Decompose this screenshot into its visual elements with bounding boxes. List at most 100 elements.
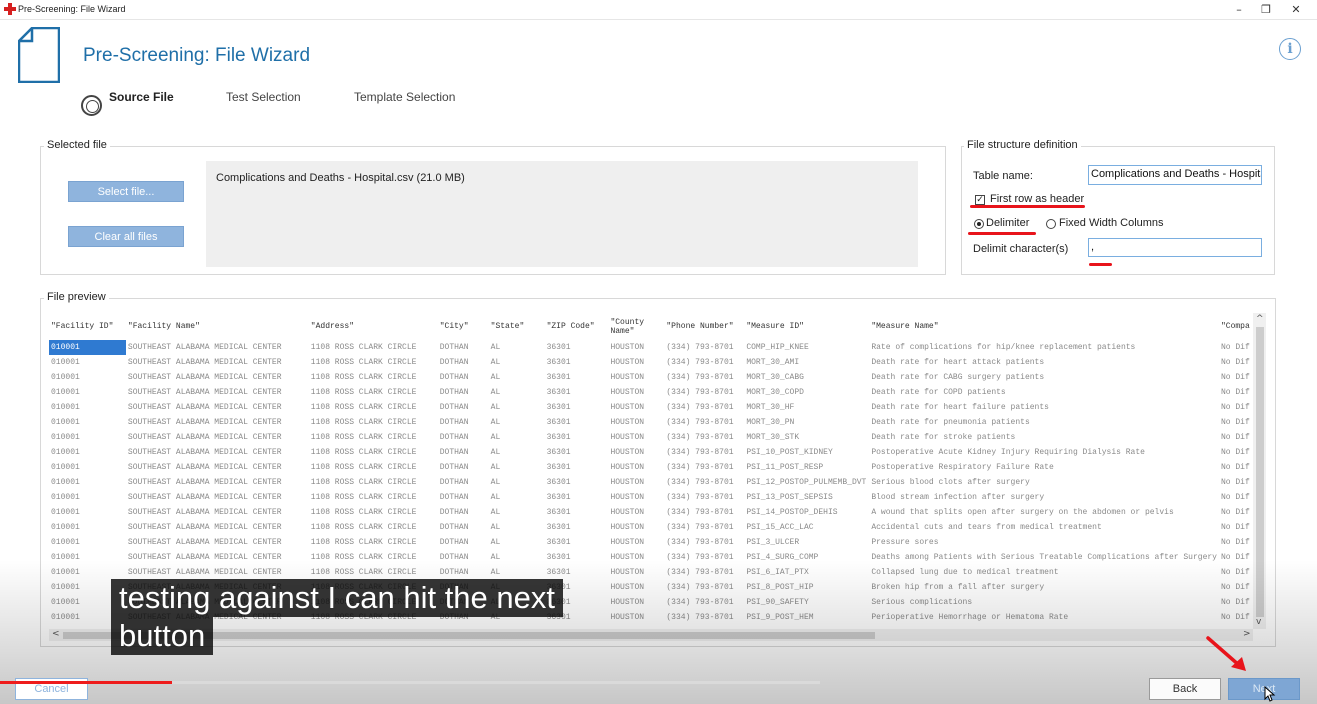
- table-cell[interactable]: HOUSTON: [608, 490, 664, 505]
- table-cell[interactable]: A wound that splits open after surgery o…: [869, 505, 1219, 520]
- scroll-left-icon[interactable]: <: [52, 629, 60, 639]
- table-row[interactable]: 010001SOUTHEAST ALABAMA MEDICAL CENTER11…: [49, 535, 1266, 550]
- table-cell[interactable]: 010001: [49, 340, 126, 355]
- table-cell[interactable]: HOUSTON: [608, 535, 664, 550]
- table-cell[interactable]: 36301: [545, 565, 609, 580]
- table-cell[interactable]: SOUTHEAST ALABAMA MEDICAL CENTER: [126, 355, 309, 370]
- table-cell[interactable]: MORT_30_PN: [744, 415, 869, 430]
- table-cell[interactable]: PSI_15_ACC_LAC: [744, 520, 869, 535]
- table-cell[interactable]: MORT_30_COPD: [744, 385, 869, 400]
- table-cell[interactable]: 1108 ROSS CLARK CIRCLE: [309, 430, 438, 445]
- table-cell[interactable]: MORT_30_HF: [744, 400, 869, 415]
- table-cell[interactable]: SOUTHEAST ALABAMA MEDICAL CENTER: [126, 520, 309, 535]
- table-cell[interactable]: 36301: [545, 490, 609, 505]
- table-cell[interactable]: SOUTHEAST ALABAMA MEDICAL CENTER: [126, 445, 309, 460]
- table-cell[interactable]: AL: [489, 400, 545, 415]
- table-cell[interactable]: 010001: [49, 520, 126, 535]
- table-cell[interactable]: 1108 ROSS CLARK CIRCLE: [309, 535, 438, 550]
- table-cell[interactable]: HOUSTON: [608, 385, 664, 400]
- table-row[interactable]: 010001SOUTHEAST ALABAMA MEDICAL CENTER11…: [49, 445, 1266, 460]
- table-cell[interactable]: HOUSTON: [608, 460, 664, 475]
- table-cell[interactable]: PSI_6_IAT_PTX: [744, 565, 869, 580]
- table-cell[interactable]: AL: [489, 475, 545, 490]
- table-cell[interactable]: 1108 ROSS CLARK CIRCLE: [309, 475, 438, 490]
- table-cell[interactable]: (334) 793-8701: [664, 490, 744, 505]
- column-header[interactable]: "Measure Name": [869, 313, 1219, 340]
- table-row[interactable]: 010001SOUTHEAST ALABAMA MEDICAL CENTER11…: [49, 490, 1266, 505]
- table-cell[interactable]: AL: [489, 550, 545, 565]
- table-cell[interactable]: HOUSTON: [608, 370, 664, 385]
- table-cell[interactable]: AL: [489, 565, 545, 580]
- table-cell[interactable]: 36301: [545, 355, 609, 370]
- table-cell[interactable]: HOUSTON: [608, 505, 664, 520]
- table-cell[interactable]: DOTHAN: [438, 445, 489, 460]
- delimiter-radio[interactable]: [974, 219, 984, 229]
- table-cell[interactable]: (334) 793-8701: [664, 445, 744, 460]
- table-cell[interactable]: MORT_30_AMI: [744, 355, 869, 370]
- table-cell[interactable]: 010001: [49, 415, 126, 430]
- table-cell[interactable]: (334) 793-8701: [664, 385, 744, 400]
- table-cell[interactable]: 36301: [545, 475, 609, 490]
- table-cell[interactable]: SOUTHEAST ALABAMA MEDICAL CENTER: [126, 535, 309, 550]
- table-cell[interactable]: HOUSTON: [608, 415, 664, 430]
- table-row[interactable]: 010001SOUTHEAST ALABAMA MEDICAL CENTER11…: [49, 385, 1266, 400]
- table-cell[interactable]: Death rate for COPD patients: [869, 385, 1219, 400]
- table-cell[interactable]: SOUTHEAST ALABAMA MEDICAL CENTER: [126, 415, 309, 430]
- table-cell[interactable]: Death rate for heart attack patients: [869, 355, 1219, 370]
- table-cell[interactable]: 1108 ROSS CLARK CIRCLE: [309, 550, 438, 565]
- table-cell[interactable]: PSI_14_POSTOP_DEHIS: [744, 505, 869, 520]
- table-row[interactable]: 010001SOUTHEAST ALABAMA MEDICAL CENTER11…: [49, 370, 1266, 385]
- table-cell[interactable]: HOUSTON: [608, 580, 664, 595]
- table-cell[interactable]: AL: [489, 490, 545, 505]
- table-cell[interactable]: MORT_30_STK: [744, 430, 869, 445]
- table-cell[interactable]: PSI_90_SAFETY: [744, 595, 869, 610]
- table-cell[interactable]: 010001: [49, 550, 126, 565]
- table-cell[interactable]: AL: [489, 340, 545, 355]
- table-cell[interactable]: AL: [489, 505, 545, 520]
- horizontal-scrollbar[interactable]: < >: [49, 629, 1253, 641]
- first-row-header-checkbox[interactable]: ✓: [975, 195, 985, 205]
- table-cell[interactable]: 1108 ROSS CLARK CIRCLE: [309, 370, 438, 385]
- table-cell[interactable]: (334) 793-8701: [664, 415, 744, 430]
- column-header[interactable]: "Facility Name": [126, 313, 309, 340]
- step-test-selection[interactable]: Test Selection: [226, 90, 301, 104]
- table-cell[interactable]: DOTHAN: [438, 460, 489, 475]
- table-cell[interactable]: 1108 ROSS CLARK CIRCLE: [309, 505, 438, 520]
- clear-all-files-button[interactable]: Clear all files: [68, 226, 184, 247]
- table-cell[interactable]: DOTHAN: [438, 565, 489, 580]
- table-cell[interactable]: PSI_12_POSTOP_PULMEMB_DVT: [744, 475, 869, 490]
- table-cell[interactable]: (334) 793-8701: [664, 535, 744, 550]
- table-cell[interactable]: HOUSTON: [608, 520, 664, 535]
- table-cell[interactable]: DOTHAN: [438, 535, 489, 550]
- table-cell[interactable]: Serious complications: [869, 595, 1219, 610]
- scroll-up-icon[interactable]: ^: [1256, 314, 1264, 324]
- column-header[interactable]: "Facility ID": [49, 313, 126, 340]
- table-cell[interactable]: AL: [489, 535, 545, 550]
- table-cell[interactable]: MORT_30_CABG: [744, 370, 869, 385]
- table-cell[interactable]: DOTHAN: [438, 490, 489, 505]
- table-cell[interactable]: 010001: [49, 370, 126, 385]
- table-cell[interactable]: PSI_10_POST_KIDNEY: [744, 445, 869, 460]
- scroll-down-icon[interactable]: v: [1256, 617, 1261, 627]
- table-cell[interactable]: DOTHAN: [438, 520, 489, 535]
- table-name-input[interactable]: Complications and Deaths - Hospital: [1088, 165, 1262, 185]
- table-cell[interactable]: SOUTHEAST ALABAMA MEDICAL CENTER: [126, 430, 309, 445]
- table-cell[interactable]: PSI_9_POST_HEM: [744, 610, 869, 625]
- delimit-char-input[interactable]: ,: [1088, 238, 1262, 257]
- table-cell[interactable]: (334) 793-8701: [664, 370, 744, 385]
- table-cell[interactable]: 010001: [49, 355, 126, 370]
- close-button[interactable]: ✕: [1285, 2, 1307, 18]
- table-cell[interactable]: (334) 793-8701: [664, 550, 744, 565]
- table-cell[interactable]: 010001: [49, 445, 126, 460]
- table-cell[interactable]: DOTHAN: [438, 355, 489, 370]
- table-cell[interactable]: AL: [489, 415, 545, 430]
- table-cell[interactable]: Rate of complications for hip/knee repla…: [869, 340, 1219, 355]
- table-cell[interactable]: SOUTHEAST ALABAMA MEDICAL CENTER: [126, 370, 309, 385]
- table-cell[interactable]: (334) 793-8701: [664, 505, 744, 520]
- table-cell[interactable]: DOTHAN: [438, 475, 489, 490]
- fixed-width-radio[interactable]: [1046, 219, 1056, 229]
- table-cell[interactable]: HOUSTON: [608, 595, 664, 610]
- table-cell[interactable]: AL: [489, 520, 545, 535]
- table-row[interactable]: 010001SOUTHEAST ALABAMA MEDICAL CENTER11…: [49, 415, 1266, 430]
- table-cell[interactable]: 010001: [49, 430, 126, 445]
